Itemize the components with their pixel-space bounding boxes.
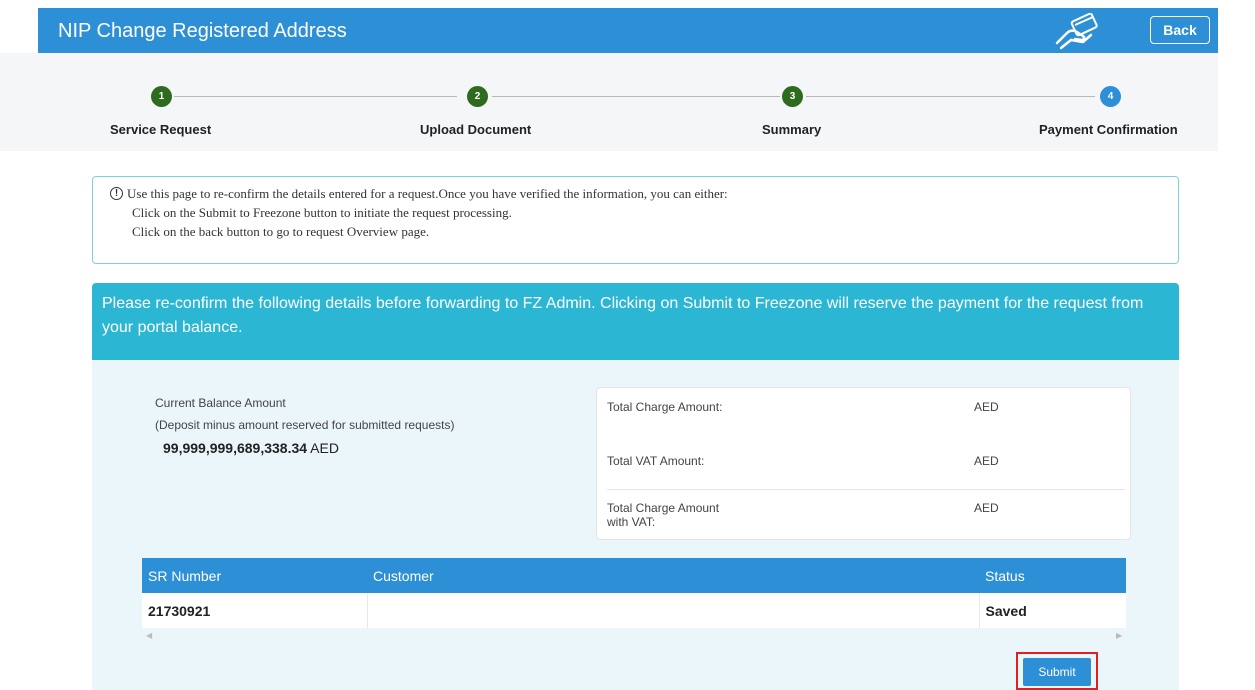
scroll-left-arrow-icon[interactable]: ◀	[146, 631, 152, 640]
step-connector	[806, 96, 1095, 97]
total-vat-label: Total VAT Amount:	[607, 454, 705, 468]
step-connector	[492, 96, 780, 97]
progress-stepper: 1 2 3 4 Service Request Upload Document …	[0, 53, 1218, 151]
table-row[interactable]: 21730921 Saved	[142, 593, 1126, 628]
hand-card-icon	[1055, 13, 1098, 50]
info-line-3: Click on the back button to go to reques…	[132, 224, 430, 239]
balance-label: Current Balance Amount	[155, 396, 286, 410]
step-3-label: Summary	[762, 122, 822, 137]
scroll-right-arrow-icon[interactable]: ▶	[1116, 631, 1122, 640]
info-message: ! Use this page to re-confirm the detail…	[92, 176, 1179, 264]
step-2-indicator: 2	[467, 86, 488, 107]
column-header-sr-number[interactable]: SR Number	[142, 558, 367, 593]
column-header-status[interactable]: Status	[979, 558, 1126, 593]
balance-value: 99,999,999,689,338.34 AED	[163, 440, 339, 456]
total-vat-value: AED	[974, 454, 999, 468]
back-button[interactable]: Back	[1150, 16, 1210, 44]
info-line-2: Click on the Submit to Freezone button t…	[132, 205, 512, 220]
step-4-label: Payment Confirmation	[1039, 122, 1178, 137]
cell-status: Saved	[979, 593, 1126, 628]
column-header-customer[interactable]: Customer	[367, 558, 979, 593]
step-3-indicator: 3	[782, 86, 803, 107]
balance-sublabel: (Deposit minus amount reserved for submi…	[155, 418, 455, 432]
total-with-vat-value: AED	[974, 501, 999, 515]
step-2-label: Upload Document	[420, 122, 532, 137]
balance-amount: 99,999,999,689,338.34	[163, 440, 308, 456]
step-connector	[174, 96, 457, 97]
page-header: NIP Change Registered Address Back	[38, 8, 1218, 53]
total-charge-value: AED	[974, 400, 999, 414]
table-header-row: SR Number Customer Status	[142, 558, 1126, 593]
info-line-1: Use this page to re-confirm the details …	[127, 186, 728, 201]
submit-button[interactable]: Submit	[1023, 658, 1091, 686]
step-4-indicator: 4	[1100, 86, 1121, 107]
charges-card: Total Charge Amount: AED Total VAT Amoun…	[596, 387, 1131, 540]
step-1-label: Service Request	[110, 122, 212, 137]
total-with-vat-label-line2: with VAT:	[607, 515, 656, 529]
total-with-vat-label-line1: Total Charge Amount	[607, 501, 720, 515]
cell-customer	[367, 593, 980, 628]
total-with-vat-label: Total Charge Amount with VAT:	[607, 501, 719, 529]
step-1-indicator: 1	[151, 86, 172, 107]
service-request-table: SR Number Customer Status 21730921 Saved	[142, 558, 1126, 628]
info-icon: !	[110, 187, 123, 200]
page-title: NIP Change Registered Address	[58, 20, 347, 42]
balance-currency: AED	[310, 440, 339, 456]
summary-panel: Current Balance Amount (Deposit minus am…	[92, 360, 1179, 690]
total-charge-label: Total Charge Amount:	[607, 400, 723, 414]
confirmation-banner: Please re-confirm the following details …	[92, 283, 1179, 360]
cell-sr-number: 21730921	[142, 593, 368, 628]
divider	[607, 489, 1125, 490]
